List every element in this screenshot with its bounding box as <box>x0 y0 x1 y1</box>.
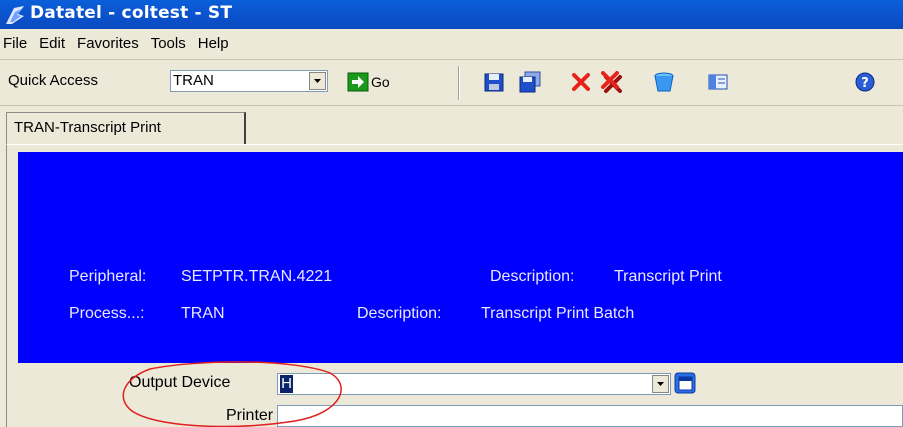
process-value: TRAN <box>181 305 225 322</box>
cancel-icon[interactable] <box>569 71 593 93</box>
menu-edit[interactable]: Edit <box>33 29 71 59</box>
header-panel: Peripheral: SETPTR.TRAN.4221 Description… <box>18 152 903 363</box>
process-description-label: Description: <box>357 305 442 322</box>
chevron-down-icon <box>657 382 664 386</box>
go-arrow-icon <box>347 72 369 92</box>
peripheral-description-value: Transcript Print <box>614 268 722 285</box>
datatel-app-icon <box>6 6 24 24</box>
quick-access-combo[interactable]: TRAN <box>170 70 328 92</box>
help-icon[interactable]: ? <box>853 71 877 93</box>
process-description-value: Transcript Print Batch <box>481 305 635 322</box>
menu-favorites[interactable]: Favorites <box>71 29 145 59</box>
printer-field[interactable] <box>277 405 903 427</box>
menu-tools[interactable]: Tools <box>145 29 192 59</box>
window-title: Datatel - coltest - ST <box>30 3 233 23</box>
form-icon[interactable] <box>706 71 730 93</box>
chevron-down-icon <box>314 79 321 83</box>
process-label: Process...: <box>69 305 145 322</box>
annotation-ellipse <box>122 361 342 427</box>
toolbar-divider <box>458 66 460 100</box>
peripheral-description-label: Description: <box>490 268 575 285</box>
go-label: Go <box>371 74 390 90</box>
delete-icon[interactable] <box>652 71 676 93</box>
menu-bar: File Edit Favorites Tools Help <box>0 29 903 59</box>
quick-access-value[interactable]: TRAN <box>173 72 214 89</box>
tab-strip: TRAN-Transcript Print <box>0 106 903 144</box>
lookup-window-icon[interactable] <box>674 372 696 394</box>
save-icon[interactable] <box>483 71 507 93</box>
cancel-all-icon[interactable] <box>600 71 624 93</box>
peripheral-label: Peripheral: <box>69 268 147 285</box>
svg-text:?: ? <box>861 76 869 91</box>
title-bar: Datatel - coltest - ST <box>0 0 903 29</box>
save-all-icon[interactable] <box>518 71 542 93</box>
tab-label: TRAN-Transcript Print <box>14 119 161 136</box>
menu-help[interactable]: Help <box>192 29 235 59</box>
menu-file[interactable]: File <box>0 29 33 59</box>
quick-access-label: Quick Access <box>8 72 99 89</box>
tab-tran-transcript-print[interactable]: TRAN-Transcript Print <box>6 112 246 144</box>
peripheral-value: SETPTR.TRAN.4221 <box>181 268 333 285</box>
toolbar: Quick Access TRAN Go ? <box>0 60 903 106</box>
quick-access-dropdown-button[interactable] <box>309 72 326 90</box>
output-device-dropdown-button[interactable] <box>652 375 669 393</box>
